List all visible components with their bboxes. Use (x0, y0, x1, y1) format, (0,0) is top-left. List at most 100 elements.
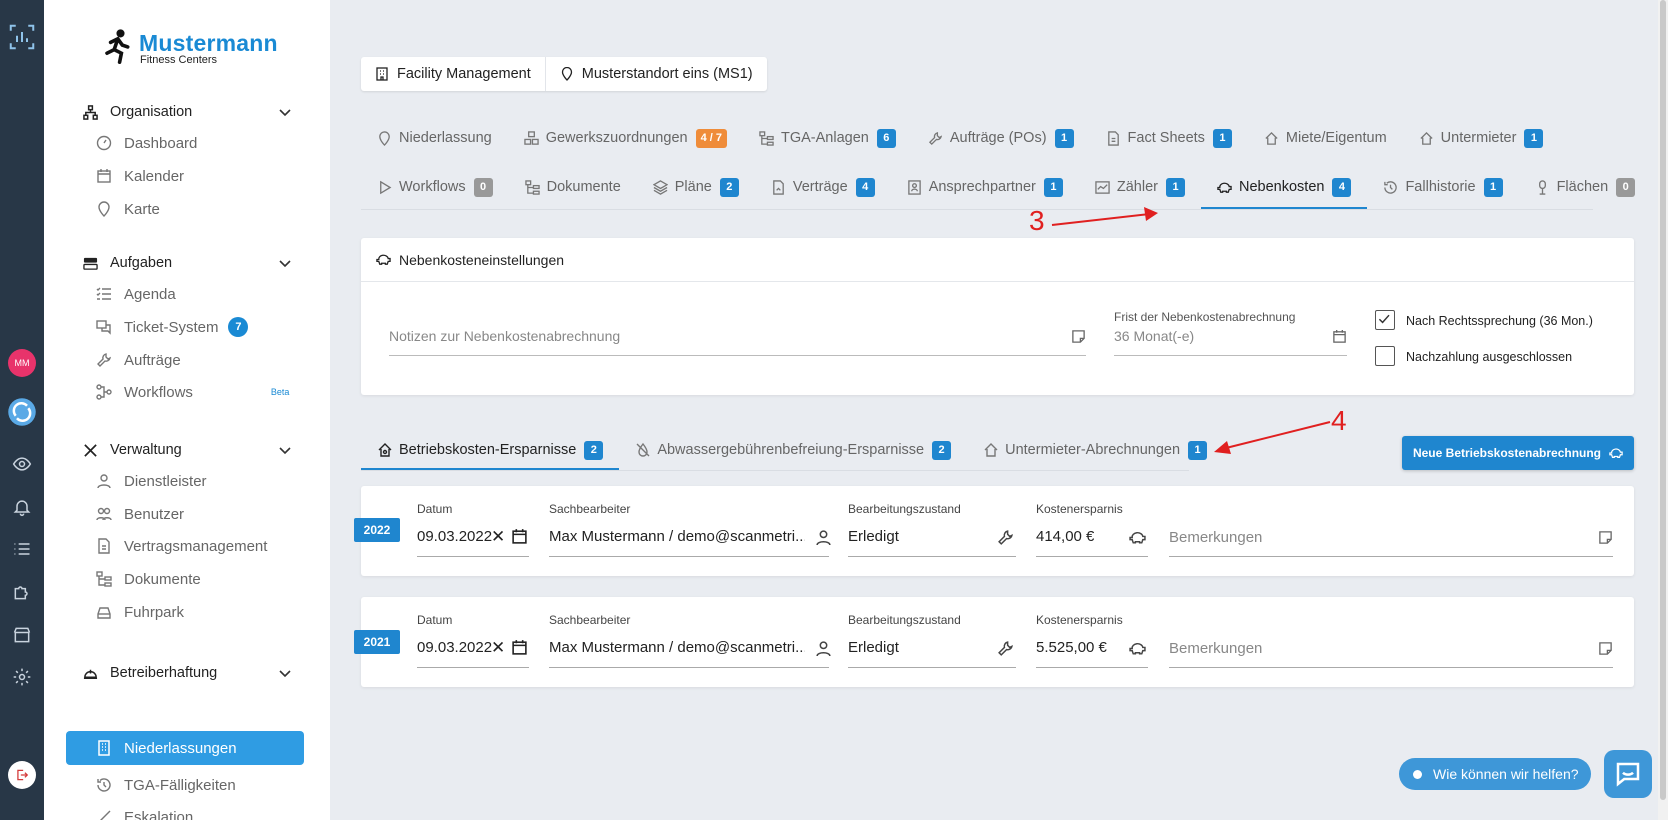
nav-fuhrpark[interactable]: Fuhrpark (96, 599, 296, 625)
clear-icon[interactable]: ✕ (491, 638, 505, 658)
remarks-input[interactable]: Bemerkungen (1169, 526, 1613, 556)
icon-rail: MM (0, 0, 44, 820)
app-logo-icon[interactable] (0, 20, 44, 54)
date-input[interactable]: 09.03.2022 ✕ (417, 637, 529, 667)
nav-vertragsmanagement[interactable]: Vertragsmanagement (96, 533, 296, 559)
chip-facility-management[interactable]: Facility Management (361, 57, 546, 91)
nav-dokumente[interactable]: Dokumente (96, 566, 296, 592)
deadline-value: 36 Monat(-e) (1114, 328, 1195, 344)
status-value[interactable]: Erledigt (848, 528, 899, 545)
building-icon (96, 740, 112, 756)
tab-count-badge: 1 (1483, 177, 1503, 197)
subtab-abwasser[interactable]: Abwassergebührenbefreiung-Ersparnisse 2 (619, 430, 967, 470)
subtab-betriebskosten[interactable]: Betriebskosten-Ersparnisse 2 (361, 430, 620, 471)
nav-karte[interactable]: Karte (96, 196, 296, 222)
tab-auftraege-pos[interactable]: Aufträge (POs) 1 (912, 116, 1090, 160)
bell-icon[interactable] (0, 492, 44, 522)
subtab-untermieter[interactable]: Untermieter-Abrechnungen 1 (967, 430, 1223, 470)
piggy-bank-icon (1609, 448, 1623, 458)
tab-label: Flächen (1556, 179, 1609, 195)
group-verwaltung[interactable]: Verwaltung (82, 438, 292, 462)
nav-tga-faelligkeiten[interactable]: TGA-Fälligkeiten (96, 772, 296, 798)
clear-icon[interactable]: ✕ (491, 527, 505, 547)
calendar-icon[interactable] (511, 639, 528, 656)
table-row: Datum 09.03.2022 ✕ Sachbearbeiter Max Mu… (361, 486, 1634, 576)
nav-label: Ticket-System (124, 318, 219, 336)
tab-tga-anlagen[interactable]: TGA-Anlagen 6 (743, 116, 912, 160)
wrench-icon[interactable] (997, 640, 1014, 657)
home-icon (984, 443, 998, 457)
tab-count-badge: 1 (1054, 128, 1074, 148)
store-icon[interactable] (0, 620, 44, 650)
field-underline (848, 667, 1016, 668)
nav-kalender[interactable]: Kalender (96, 163, 296, 189)
remarks-input[interactable]: Bemerkungen (1169, 637, 1613, 667)
scrollbar-thumb[interactable] (1660, 0, 1666, 800)
group-aufgaben[interactable]: Aufgaben (82, 251, 292, 275)
tab-label: Zähler (1116, 179, 1158, 195)
list-icon[interactable] (0, 534, 44, 564)
nav-eskalation[interactable]: Eskalation (96, 804, 296, 820)
nav-benutzer[interactable]: Benutzer (96, 501, 296, 527)
tab-flaechen[interactable]: Flächen 0 (1519, 165, 1652, 209)
sync-icon[interactable] (0, 395, 44, 429)
button-label: Neue Betriebskostenabrechnung (1412, 446, 1602, 460)
checkbox-nachzahlung[interactable] (1375, 346, 1395, 366)
nav-workflows[interactable]: Workflows Beta (96, 379, 296, 405)
eye-icon[interactable] (0, 449, 44, 479)
tab-label: TGA-Anlagen (780, 130, 869, 146)
deadline-field[interactable]: 36 Monat(-e) (1114, 328, 1347, 356)
cubes-icon (523, 130, 539, 145)
field-underline (1036, 667, 1148, 668)
home-icon (1265, 131, 1278, 145)
tab-untermieter[interactable]: Untermieter 1 (1403, 116, 1560, 160)
chat-button[interactable] (1604, 750, 1652, 798)
tab-vertraege[interactable]: Verträge 4 (755, 165, 891, 209)
nav-auftraege[interactable]: Aufträge (96, 347, 296, 373)
tab-label: Pläne (674, 179, 712, 195)
tab-ansprechpartner[interactable]: Ansprechpartner 1 (891, 165, 1079, 209)
chip-location[interactable]: Musterstandort eins (MS1) (546, 57, 767, 91)
new-betriebskostenabrechnung-button[interactable]: Neue Betriebskostenabrechnung (1402, 436, 1634, 470)
clerk-value[interactable]: Max Mustermann / demo@scanmetri... (549, 639, 805, 656)
wrench-icon[interactable] (997, 529, 1014, 546)
tab-fact-sheets[interactable]: Fact Sheets 1 (1090, 116, 1248, 160)
tab-fallhistorie[interactable]: Fallhistorie 1 (1367, 165, 1518, 209)
user-icon[interactable] (815, 640, 832, 657)
checkbox-rechtsprechung[interactable] (1375, 310, 1395, 330)
nav-ticket-system[interactable]: Ticket-System 7 (96, 314, 296, 340)
savings-value[interactable]: 5.525,00 € (1036, 639, 1107, 656)
tab-workflows[interactable]: Workflows 0 (361, 165, 509, 209)
user-avatar[interactable]: MM (0, 348, 44, 378)
nav-dienstleister[interactable]: Dienstleister (96, 468, 296, 494)
gear-icon[interactable] (0, 662, 44, 692)
checkbox-label: Nach Rechtssprechung (36 Mon.) (1406, 314, 1593, 328)
group-betreiberhaftung[interactable]: Betreiberhaftung (82, 661, 292, 685)
nav-niederlassungen[interactable]: Niederlassungen (66, 731, 304, 765)
date-input[interactable]: 09.03.2022 ✕ (417, 526, 529, 556)
tab-niederlassung[interactable]: Niederlassung (361, 116, 508, 160)
tab-gewerkszuordnungen[interactable]: Gewerkszuordnungen 4 / 7 (508, 116, 743, 160)
brand-logo[interactable]: Mustermann Fitness Centers (98, 26, 278, 66)
savings-value[interactable]: 414,00 € (1036, 528, 1094, 545)
tab-dokumente[interactable]: Dokumente (509, 165, 637, 209)
nav-agenda[interactable]: Agenda (96, 281, 296, 307)
tab-miete-eigentum[interactable]: Miete/Eigentum (1248, 116, 1403, 160)
help-prompt[interactable]: Wie können wir helfen? (1399, 758, 1591, 790)
user-icon[interactable] (815, 529, 832, 546)
group-organisation[interactable]: Organisation (82, 100, 292, 124)
tab-nebenkosten[interactable]: Nebenkosten 4 (1201, 165, 1368, 210)
tab-count-badge: 2 (719, 177, 739, 197)
tab-count-badge: 0 (473, 177, 493, 197)
brand-subtitle: Fitness Centers (140, 54, 218, 66)
tab-zaehler[interactable]: Zähler 1 (1079, 165, 1201, 209)
nav-dashboard[interactable]: Dashboard (96, 130, 296, 156)
notes-input[interactable]: Notizen zur Nebenkostenabrechnung (389, 328, 1086, 356)
logout-icon[interactable] (0, 760, 44, 790)
calendar-icon[interactable] (511, 528, 528, 545)
clerk-value[interactable]: Max Mustermann / demo@scanmetri... (549, 528, 805, 545)
folder-tree-icon (96, 571, 112, 587)
tab-plaene[interactable]: Pläne 2 (637, 165, 755, 209)
puzzle-icon[interactable] (0, 577, 44, 607)
status-value[interactable]: Erledigt (848, 639, 899, 656)
